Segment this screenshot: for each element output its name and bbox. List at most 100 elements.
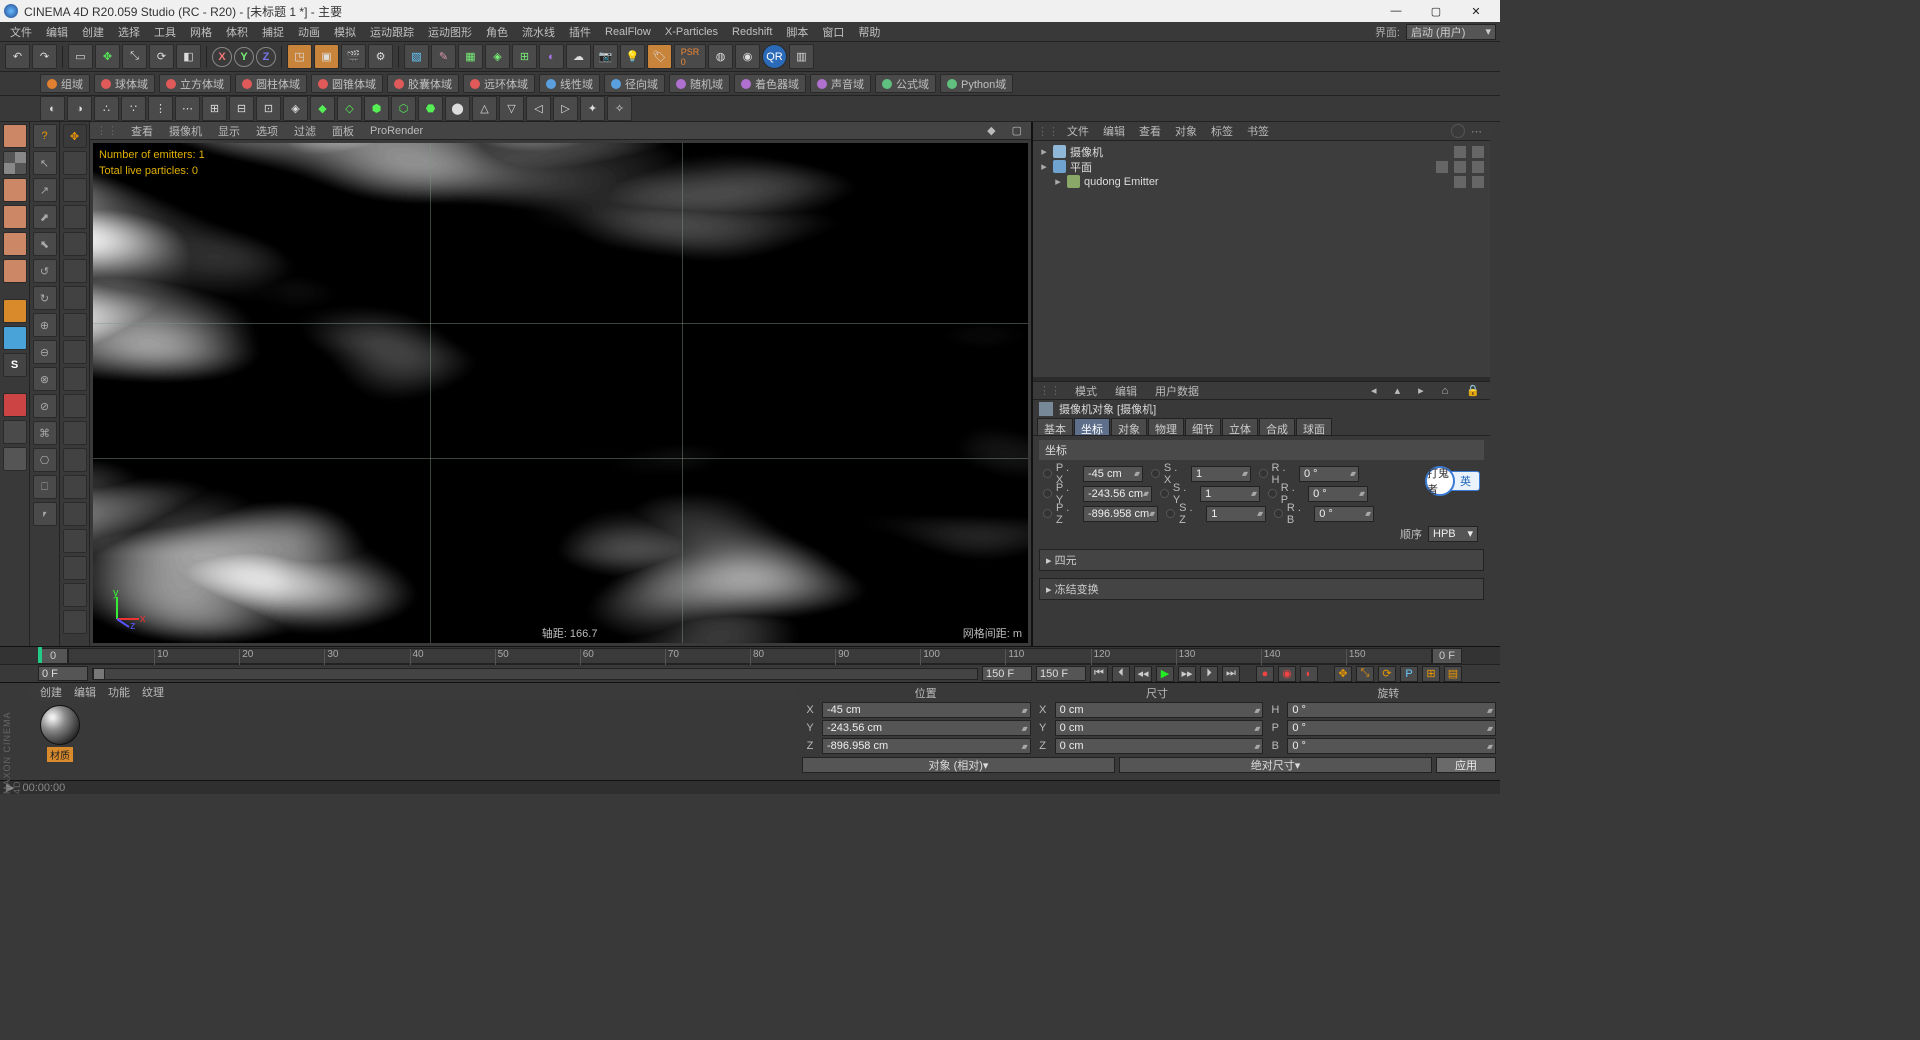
cm-rot-P[interactable]: 0 °▴▾ <box>1287 720 1496 736</box>
viewport-menu-过滤[interactable]: 过滤 <box>291 122 319 140</box>
palette-tool-8[interactable]: ⊖ <box>33 340 57 364</box>
viewport-menu-查看[interactable]: 查看 <box>128 122 156 140</box>
snap-option-1[interactable] <box>63 178 87 202</box>
rb-input[interactable]: 0 °▴▾ <box>1314 506 1374 522</box>
field-pill-组域[interactable]: 组域 <box>40 74 90 93</box>
objmgr-menu-标签[interactable]: 标签 <box>1205 121 1239 141</box>
maximize-button[interactable]: ▢ <box>1416 0 1456 22</box>
field-pill-Python域[interactable]: Python域 <box>940 74 1013 93</box>
object-manager-tree[interactable]: ▸摄像机▸平面▸qudong Emitter <box>1033 141 1490 377</box>
tree-disclosure-icon[interactable]: ▸ <box>1039 145 1049 158</box>
menu-item-体积[interactable]: 体积 <box>220 22 254 42</box>
snap-option-13[interactable] <box>63 502 87 526</box>
field-pill-公式域[interactable]: 公式域 <box>875 74 936 93</box>
sy-input[interactable]: 1▴▾ <box>1200 486 1260 502</box>
edge-mode-icon[interactable] <box>3 205 27 229</box>
light-button[interactable]: 💡 <box>620 44 645 69</box>
snap-mode-icon[interactable]: S <box>3 353 27 377</box>
palette-tool-10[interactable]: ⊘ <box>33 394 57 418</box>
viewport-menu-选项[interactable]: 选项 <box>253 122 281 140</box>
snap-option-8[interactable] <box>63 367 87 391</box>
snap-option-5[interactable] <box>63 286 87 310</box>
undo-button[interactable]: ↶ <box>5 44 30 69</box>
redo-button[interactable]: ↷ <box>32 44 57 69</box>
menu-item-文件[interactable]: 文件 <box>4 22 38 42</box>
cm-pos-Z[interactable]: -896.958 cm▴▾ <box>822 738 1031 754</box>
menu-item-模拟[interactable]: 模拟 <box>328 22 362 42</box>
attr-menu-模式[interactable]: 模式 <box>1071 382 1101 400</box>
extra-tool-5[interactable]: ⋯ <box>175 96 200 121</box>
extra-tool-15[interactable]: ⬤ <box>445 96 470 121</box>
layout-dropdown[interactable]: 启动 (用户) ▾ <box>1406 24 1496 40</box>
extra-tool-3[interactable]: ∵ <box>121 96 146 121</box>
menu-item-X-Particles[interactable]: X-Particles <box>659 24 724 40</box>
attr-tab-基本[interactable]: 基本 <box>1037 418 1073 435</box>
snap-option-3[interactable] <box>63 232 87 256</box>
menu-item-运动图形[interactable]: 运动图形 <box>422 22 478 42</box>
field-pill-线性域[interactable]: 线性域 <box>539 74 600 93</box>
range-slider[interactable] <box>92 668 978 680</box>
viewport-grip-icon[interactable]: ⋮⋮ <box>96 124 118 137</box>
objmgr-menu-查看[interactable]: 查看 <box>1133 121 1167 141</box>
viewport-menu-摄像机[interactable]: 摄像机 <box>166 122 205 140</box>
palette-tool-9[interactable]: ⊗ <box>33 367 57 391</box>
field-pill-球体域[interactable]: 球体域 <box>94 74 155 93</box>
magnet-icon[interactable] <box>3 393 27 417</box>
field-pill-远环体域[interactable]: 远环体域 <box>463 74 535 93</box>
axis-mode-icon[interactable] <box>3 299 27 323</box>
viewport-solo-icon[interactable] <box>3 326 27 350</box>
snap-option-2[interactable] <box>63 205 87 229</box>
timeline-ruler[interactable]: 0 102030405060708090100110120130140150 0… <box>0 646 1500 664</box>
poly-mode-icon[interactable] <box>3 232 27 256</box>
camera-button[interactable]: 📷 <box>593 44 618 69</box>
workplane-mode-icon[interactable] <box>3 178 27 202</box>
menu-item-脚本[interactable]: 脚本 <box>780 22 814 42</box>
extra-tool-0[interactable]: ◐ <box>40 96 65 121</box>
cm-rot-B[interactable]: 0 °▴▾ <box>1287 738 1496 754</box>
viewport-menu-面板[interactable]: 面板 <box>329 122 357 140</box>
order-dropdown[interactable]: HPB▾ <box>1428 526 1478 542</box>
minimize-button[interactable]: — <box>1376 0 1416 22</box>
cm-size-Y[interactable]: 0 cm▴▾ <box>1055 720 1264 736</box>
attr-tab-合成[interactable]: 合成 <box>1259 418 1295 435</box>
palette-tool-0[interactable]: ? <box>33 124 57 148</box>
snap-option-17[interactable] <box>63 610 87 634</box>
objmgr-menu-文件[interactable]: 文件 <box>1061 121 1095 141</box>
am-home-icon[interactable]: ⌂ <box>1438 384 1453 398</box>
field-pill-径向域[interactable]: 径向域 <box>604 74 665 93</box>
viewport-nav-icon[interactable]: ◆ <box>984 123 998 138</box>
menu-item-插件[interactable]: 插件 <box>563 22 597 42</box>
range-slider-knob[interactable] <box>93 668 105 680</box>
object-tag-icon[interactable] <box>1472 161 1484 173</box>
key-pos-button[interactable]: ✥ <box>1334 666 1352 682</box>
step-back-button[interactable]: ⏴ <box>1112 666 1130 682</box>
material-slot[interactable]: 材质 <box>36 705 84 762</box>
palette-tool-11[interactable]: ⌘ <box>33 421 57 445</box>
collapse-quaternion[interactable]: ▸ 四元 <box>1039 549 1484 571</box>
snap-option-0[interactable] <box>63 151 87 175</box>
object-tag-icon[interactable] <box>1454 161 1466 173</box>
extra-tool-13[interactable]: ⬡ <box>391 96 416 121</box>
cm-size-X[interactable]: 0 cm▴▾ <box>1055 702 1264 718</box>
palette-tool-1[interactable]: ↖ <box>33 151 57 175</box>
cm-pos-Y[interactable]: -243.56 cm▴▾ <box>822 720 1031 736</box>
material-menu-编辑[interactable]: 编辑 <box>74 684 96 700</box>
attr-tab-坐标[interactable]: 坐标 <box>1074 418 1110 435</box>
close-button[interactable]: ✕ <box>1456 0 1496 22</box>
object-tag-icon[interactable] <box>1472 146 1484 158</box>
px-input[interactable]: -45 cm▴▾ <box>1083 466 1143 482</box>
last-tool-button[interactable]: ◧ <box>176 44 201 69</box>
select-tool-button[interactable]: ▭ <box>68 44 93 69</box>
attr-tab-球面[interactable]: 球面 <box>1296 418 1332 435</box>
autokey-button[interactable]: ◉ <box>1278 666 1296 682</box>
field-pill-胶囊体域[interactable]: 胶囊体域 <box>387 74 459 93</box>
record-key-button[interactable]: ● <box>1256 666 1274 682</box>
point-mode-icon[interactable] <box>3 259 27 283</box>
material-menu-创建[interactable]: 创建 <box>40 684 62 700</box>
field-pill-立方体域[interactable]: 立方体域 <box>159 74 231 93</box>
palette-tool-6[interactable]: ↻ <box>33 286 57 310</box>
search-icon[interactable] <box>1451 124 1465 138</box>
menu-item-选择[interactable]: 选择 <box>112 22 146 42</box>
cm-size-Z[interactable]: 0 cm▴▾ <box>1055 738 1264 754</box>
attr-menu-编辑[interactable]: 编辑 <box>1111 382 1141 400</box>
